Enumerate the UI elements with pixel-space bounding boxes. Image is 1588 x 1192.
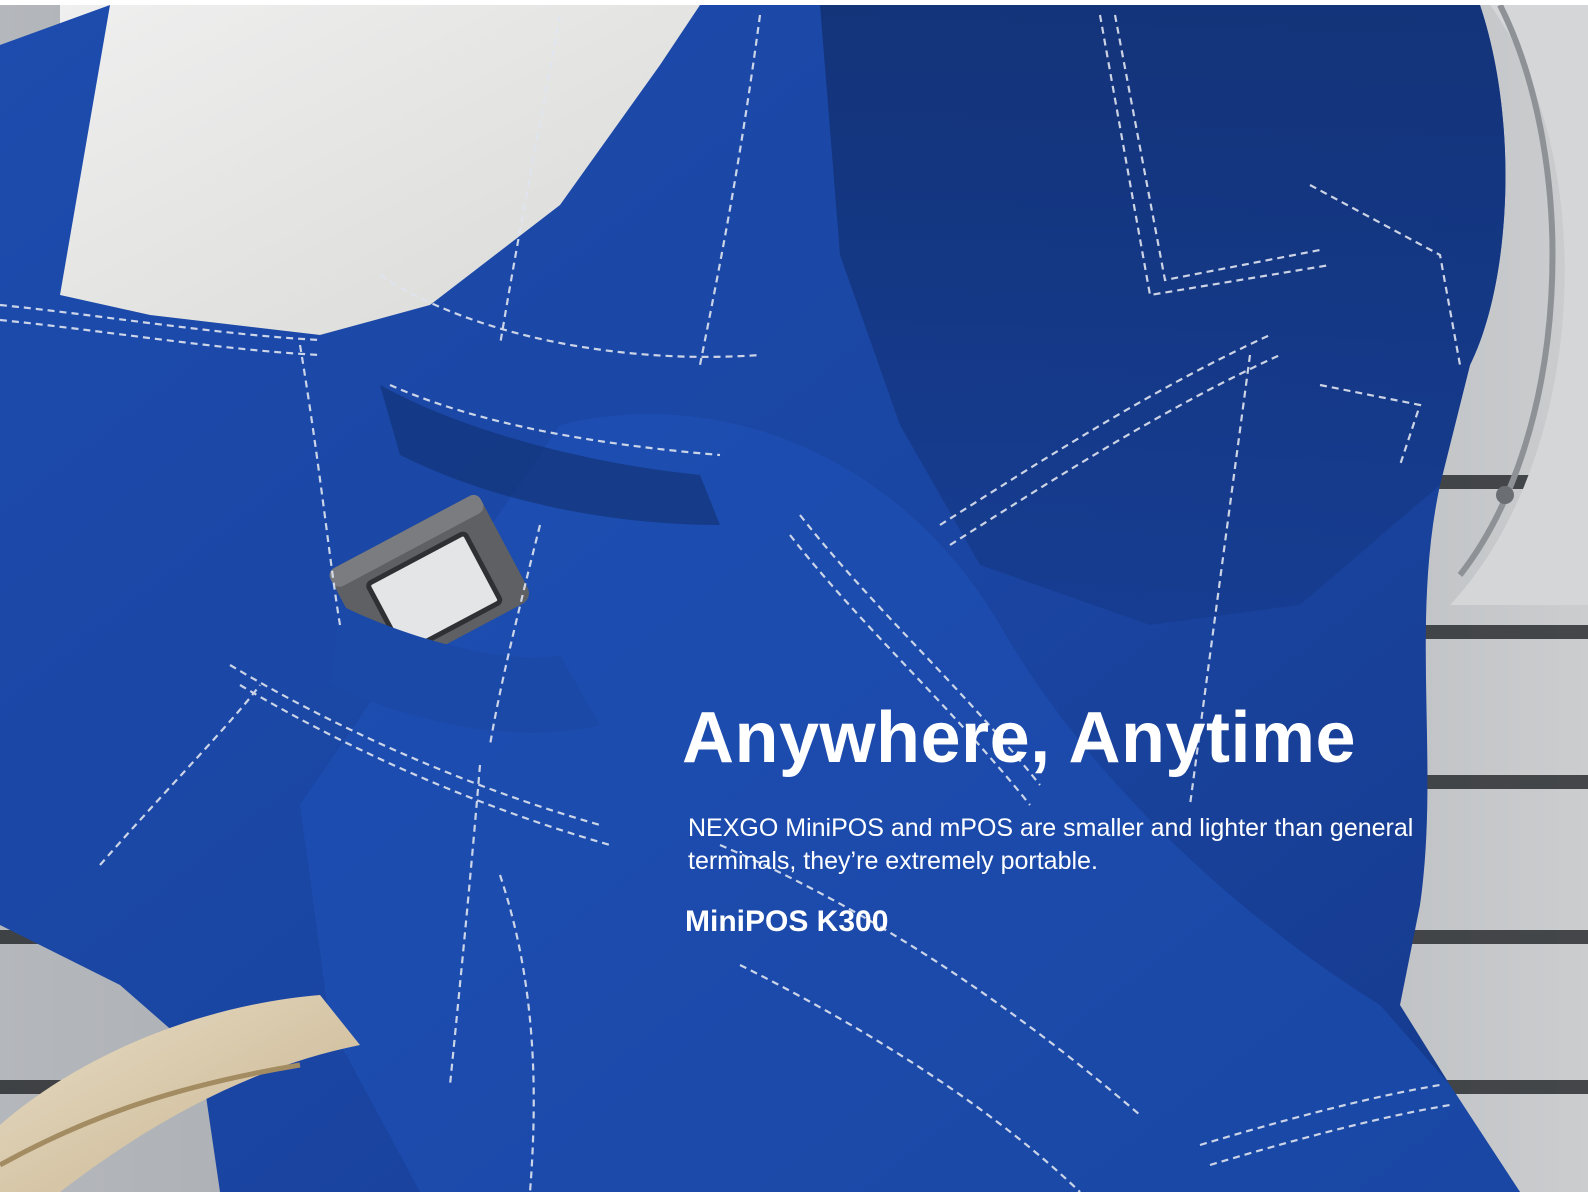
product-name: MiniPOS K300: [685, 905, 889, 938]
description-text: NEXGO MiniPOS and mPOS are smaller and l…: [688, 814, 1414, 875]
headline: Anywhere, Anytime: [682, 698, 1357, 778]
advert-page: Anywhere, Anytime NEXGO MiniPOS and mPOS…: [0, 0, 1588, 1192]
overalls-with-pos-device-illustration: [0, 5, 1588, 1192]
background-photo: [0, 5, 1588, 1192]
